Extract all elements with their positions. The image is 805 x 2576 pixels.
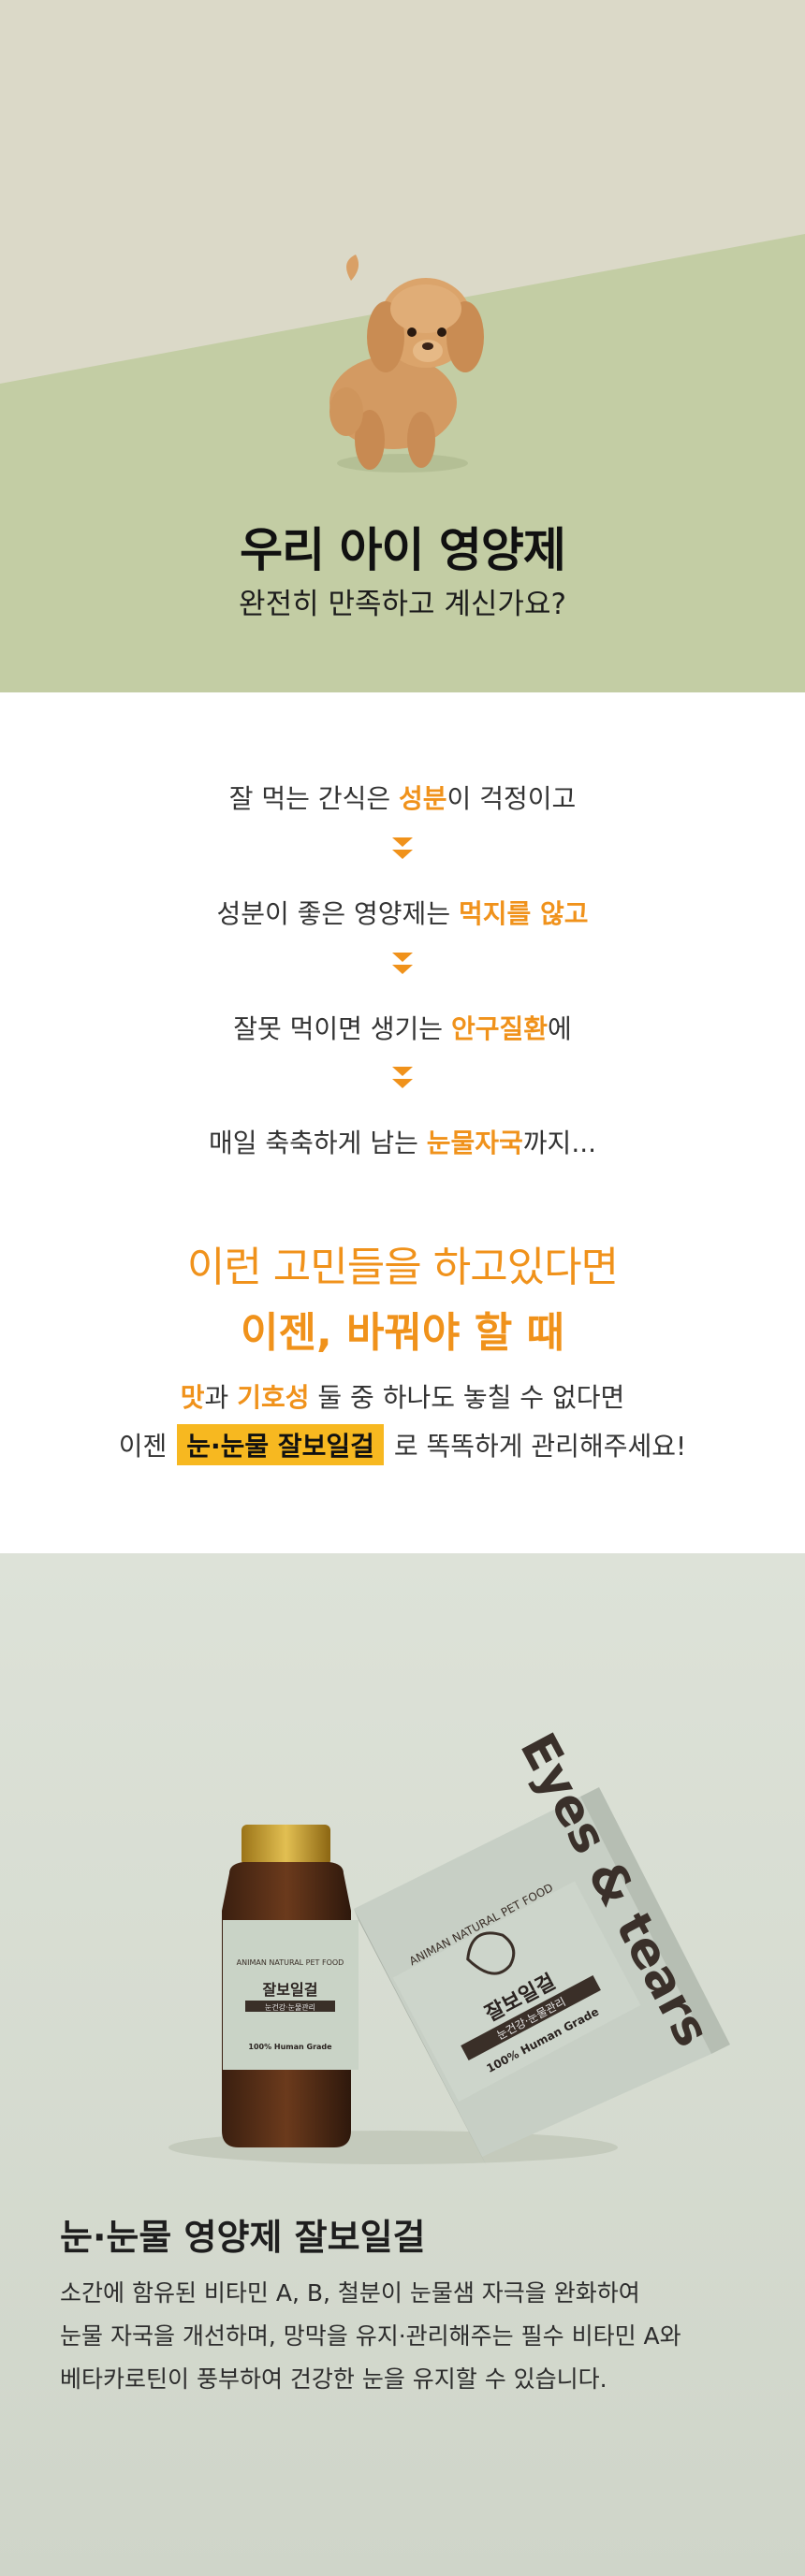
note-line-2: 이젠 눈·눈물 잘보일걸 로 똑똑하게 관리해주세요! — [0, 1424, 805, 1465]
down-arrow-icon — [392, 953, 413, 974]
down-arrow-icon — [392, 1067, 413, 1088]
concern-line-4: 매일 축축하게 남는 눈물자국까지... — [208, 1128, 597, 1158]
bottle-grade: 100% Human Grade — [248, 2043, 332, 2051]
product-section: 잘보일걸 눈건강·눈물관리 100% Human Grade ANIMAN NA… — [0, 1553, 805, 2576]
concerns-section: 잘 먹는 간식은 성분이 걱정이고 성분이 좋은 영양제는 먹지를 않고 잘못 … — [0, 692, 805, 1553]
product-photo: 잘보일걸 눈건강·눈물관리 100% Human Grade ANIMAN NA… — [0, 1553, 805, 2576]
product-badge: 눈·눈물 잘보일걸 — [177, 1424, 384, 1465]
product-description-line: 눈물 자국을 개선하며, 망막을 유지·관리해주는 필수 비타민 A와 — [60, 2322, 681, 2350]
note-line-1: 맛과 기호성 둘 중 하나도 놓칠 수 없다면 — [180, 1382, 625, 1413]
highlight-text: 눈물자국 — [426, 1128, 523, 1158]
product-title: 눈·눈물 영양제 잘보일걸 — [60, 2217, 426, 2258]
concern-line-3: 잘못 먹이면 생기는 안구질환에 — [233, 1013, 572, 1044]
highlight-text: 안구질환 — [450, 1013, 549, 1044]
hero-subtitle: 완전히 만족하고 계신가요? — [239, 588, 566, 621]
hero-section: 우리 아이 영양제 완전히 만족하고 계신가요? — [0, 0, 805, 692]
highlight-text: 먹지를 않고 — [458, 898, 589, 929]
down-arrow-icon — [392, 837, 413, 859]
product-description-line: 베타카로틴이 풍부하여 건강한 눈을 유지할 수 있습니다. — [60, 2365, 607, 2393]
highlight-text: 성분 — [399, 783, 447, 814]
product-description-line: 소간에 함유된 비타민 A, B, 철분이 눈물샘 자극을 완화하여 — [60, 2279, 640, 2307]
bottle-product-name: 잘보일걸 — [263, 1981, 318, 1999]
bottle-tag: 눈건강·눈물관리 — [265, 2002, 315, 2012]
concern-line-2: 성분이 좋은 영양제는 먹지를 않고 — [216, 898, 589, 929]
headline-bold: 이젠, 바꿔야 할 때 — [240, 1309, 565, 1357]
headline-light: 이런 고민들을 하고있다면 — [186, 1244, 619, 1291]
bottle-brand: ANIMAN NATURAL PET FOOD — [237, 1958, 344, 1967]
product-bottle: ANIMAN NATURAL PET FOOD 잘보일걸 눈건강·눈물관리 10… — [222, 1825, 359, 2147]
product-description: 소간에 함유된 비타민 A, B, 철분이 눈물샘 자극을 완화하여 눈물 자국… — [60, 2272, 753, 2401]
concern-line-1: 잘 먹는 간식은 성분이 걱정이고 — [228, 783, 577, 814]
hero-title: 우리 아이 영양제 — [240, 523, 566, 577]
